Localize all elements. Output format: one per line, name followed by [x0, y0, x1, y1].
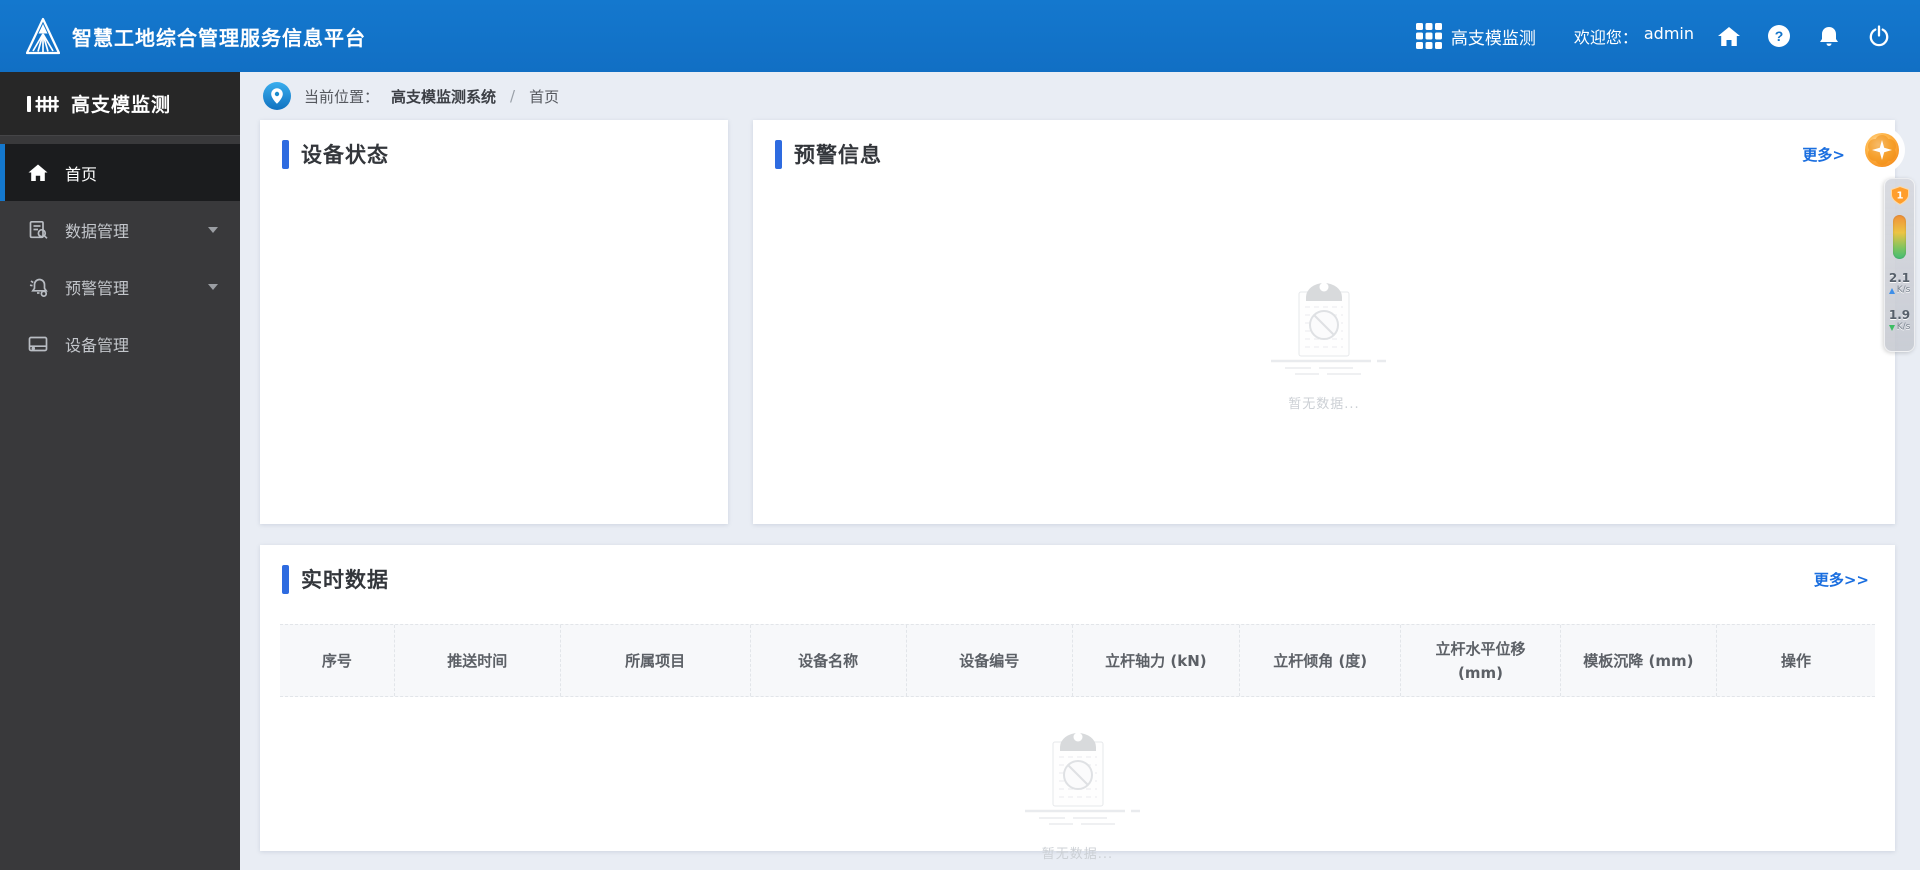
down-arrow-icon: [1888, 325, 1895, 332]
sidebar-item-warning-management[interactable]: 预警管理: [0, 258, 240, 315]
column-header: 立杆水平位移 (mm): [1401, 625, 1561, 696]
platform-logo-icon: [26, 17, 60, 55]
upload-speed-value: 2.1: [1888, 271, 1911, 285]
column-header: 所属项目: [561, 625, 751, 696]
topbar-right: 高支模监测 欢迎您： admin ?: [1415, 21, 1894, 51]
grid-menu-icon: [1415, 23, 1442, 49]
panel-title: 实时数据: [301, 568, 389, 592]
sidebar: 高支模监测 首页 数据管理 预警管理 设备管理: [0, 72, 240, 870]
column-header: 设备名称: [751, 625, 907, 696]
welcome-text: 欢迎您： admin: [1574, 24, 1694, 48]
panel-title: 预警信息: [794, 143, 882, 167]
badge-count: 1: [1896, 191, 1903, 202]
report-search-icon: [27, 219, 49, 241]
warning-panel-head: 预警信息 更多>: [753, 120, 1895, 169]
realtime-empty-state: 暂无数据...: [1003, 723, 1153, 862]
svg-text:?: ?: [1775, 28, 1784, 44]
warning-info-panel: 预警信息 更多> 暂无数据...: [753, 120, 1895, 524]
title-accent-bar: [775, 139, 782, 169]
column-header: 模板沉降 (mm): [1561, 625, 1718, 696]
realtime-table: 序号 推送时间 所属项目 设备名称 设备编号 立杆轴力 (kN) 立杆倾角 (度…: [280, 624, 1875, 870]
download-speed-unit: K/s: [1896, 322, 1911, 333]
realtime-table-body: 暂无数据...: [280, 697, 1875, 870]
breadcrumb-system[interactable]: 高支模监测系统: [391, 86, 496, 107]
upload-speed-unit: K/s: [1896, 285, 1911, 296]
realtime-table-header: 序号 推送时间 所属项目 设备名称 设备编号 立杆轴力 (kN) 立杆倾角 (度…: [280, 624, 1875, 697]
warning-empty-state: 暂无数据...: [753, 273, 1895, 412]
orange-pinwheel-icon: [1859, 127, 1905, 173]
column-header: 立杆轴力 (kN): [1073, 625, 1241, 696]
chevron-down-icon: [208, 227, 218, 233]
help-icon: ?: [1768, 25, 1790, 47]
app-switcher-label: 高支模监测: [1450, 28, 1536, 49]
home-icon: [27, 162, 49, 184]
empty-text: 暂无数据...: [1288, 397, 1360, 412]
breadcrumb-separator: /: [510, 87, 516, 105]
column-header: 操作: [1780, 651, 1811, 670]
device-status-panel-head: 设备状态: [260, 120, 728, 169]
sidebar-menu: 首页 数据管理 预警管理 设备管理: [0, 136, 240, 372]
sidebar-brand-icon: [27, 95, 59, 112]
up-arrow-icon: [1888, 288, 1895, 295]
sidebar-item-home[interactable]: 首页: [0, 144, 240, 201]
top-header: 智慧工地综合管理服务信息平台 高支模监测 欢迎您： admin ?: [0, 0, 1920, 72]
breadcrumb: 当前位置： 高支模监测系统 / 首页: [262, 80, 559, 112]
welcome-prefix: 欢迎您：: [1573, 28, 1638, 47]
sidebar-item-data-management[interactable]: 数据管理: [0, 201, 240, 258]
realtime-panel-head: 实时数据 更多>>: [260, 545, 1895, 594]
sidebar-item-label: 数据管理: [65, 221, 130, 241]
shield-badge-icon: 1: [1890, 185, 1909, 206]
power-icon: [1869, 25, 1889, 47]
empty-text: 暂无数据...: [1041, 847, 1114, 862]
platform-title: 智慧工地综合管理服务信息平台: [72, 25, 366, 50]
app-switcher[interactable]: 高支模监测: [1415, 23, 1536, 49]
upload-speed: 2.1 K/s: [1888, 271, 1911, 296]
sidebar-item-label: 预警管理: [65, 278, 130, 298]
no-data-clipboard-icon: [1024, 732, 1140, 825]
download-speed-value: 1.9: [1888, 308, 1911, 323]
column-header: 立杆倾角 (度): [1240, 625, 1402, 696]
warning-more-link[interactable]: 更多>: [1802, 144, 1845, 165]
net-speed-widget[interactable]: 1 2.1 K/s 1.9 K/s: [1884, 178, 1915, 352]
chevron-down-icon: [208, 284, 218, 290]
device-status-panel: 设备状态: [260, 120, 728, 524]
column-header: 推送时间: [395, 625, 561, 696]
download-speed: 1.9 K/s: [1888, 308, 1911, 333]
device-box-icon: [27, 333, 49, 355]
realtime-data-panel: 实时数据 更多>> 序号 推送时间 所属项目 设备名称 设备编号 立杆轴力 (k…: [260, 545, 1895, 862]
floating-ball-button[interactable]: [1856, 124, 1908, 179]
no-data-clipboard-icon: [1271, 282, 1386, 375]
gradient-meter-bar: [1893, 215, 1906, 259]
sidebar-item-label: 设备管理: [65, 335, 130, 355]
username: admin: [1643, 24, 1694, 43]
logout-button[interactable]: [1864, 21, 1894, 51]
breadcrumb-prefix: 当前位置：: [304, 87, 380, 106]
title-accent-bar: [282, 564, 289, 594]
location-pin-icon: [263, 82, 291, 110]
column-header: 序号: [280, 625, 395, 696]
sidebar-brand: 高支模监测: [0, 72, 240, 136]
app-root: 智慧工地综合管理服务信息平台 高支模监测 欢迎您： admin ? 高支模监测 …: [0, 0, 1920, 870]
sidebar-brand-label: 高支模监测: [71, 94, 172, 116]
column-header: 设备编号: [907, 625, 1073, 696]
breadcrumb-current: 首页: [529, 87, 560, 106]
panel-title: 设备状态: [301, 143, 389, 167]
home-icon: [1718, 27, 1740, 46]
title-accent-bar: [282, 139, 289, 169]
sidebar-item-device-management[interactable]: 设备管理: [0, 315, 240, 372]
notifications-button[interactable]: [1814, 21, 1844, 51]
brand: 智慧工地综合管理服务信息平台: [26, 17, 366, 55]
bell-icon: [1820, 27, 1838, 46]
realtime-more-link[interactable]: 更多>>: [1814, 569, 1869, 590]
home-button[interactable]: [1714, 21, 1744, 51]
alarm-bell-icon: [27, 276, 49, 298]
sidebar-item-label: 首页: [65, 164, 98, 184]
help-button[interactable]: ?: [1764, 21, 1794, 51]
